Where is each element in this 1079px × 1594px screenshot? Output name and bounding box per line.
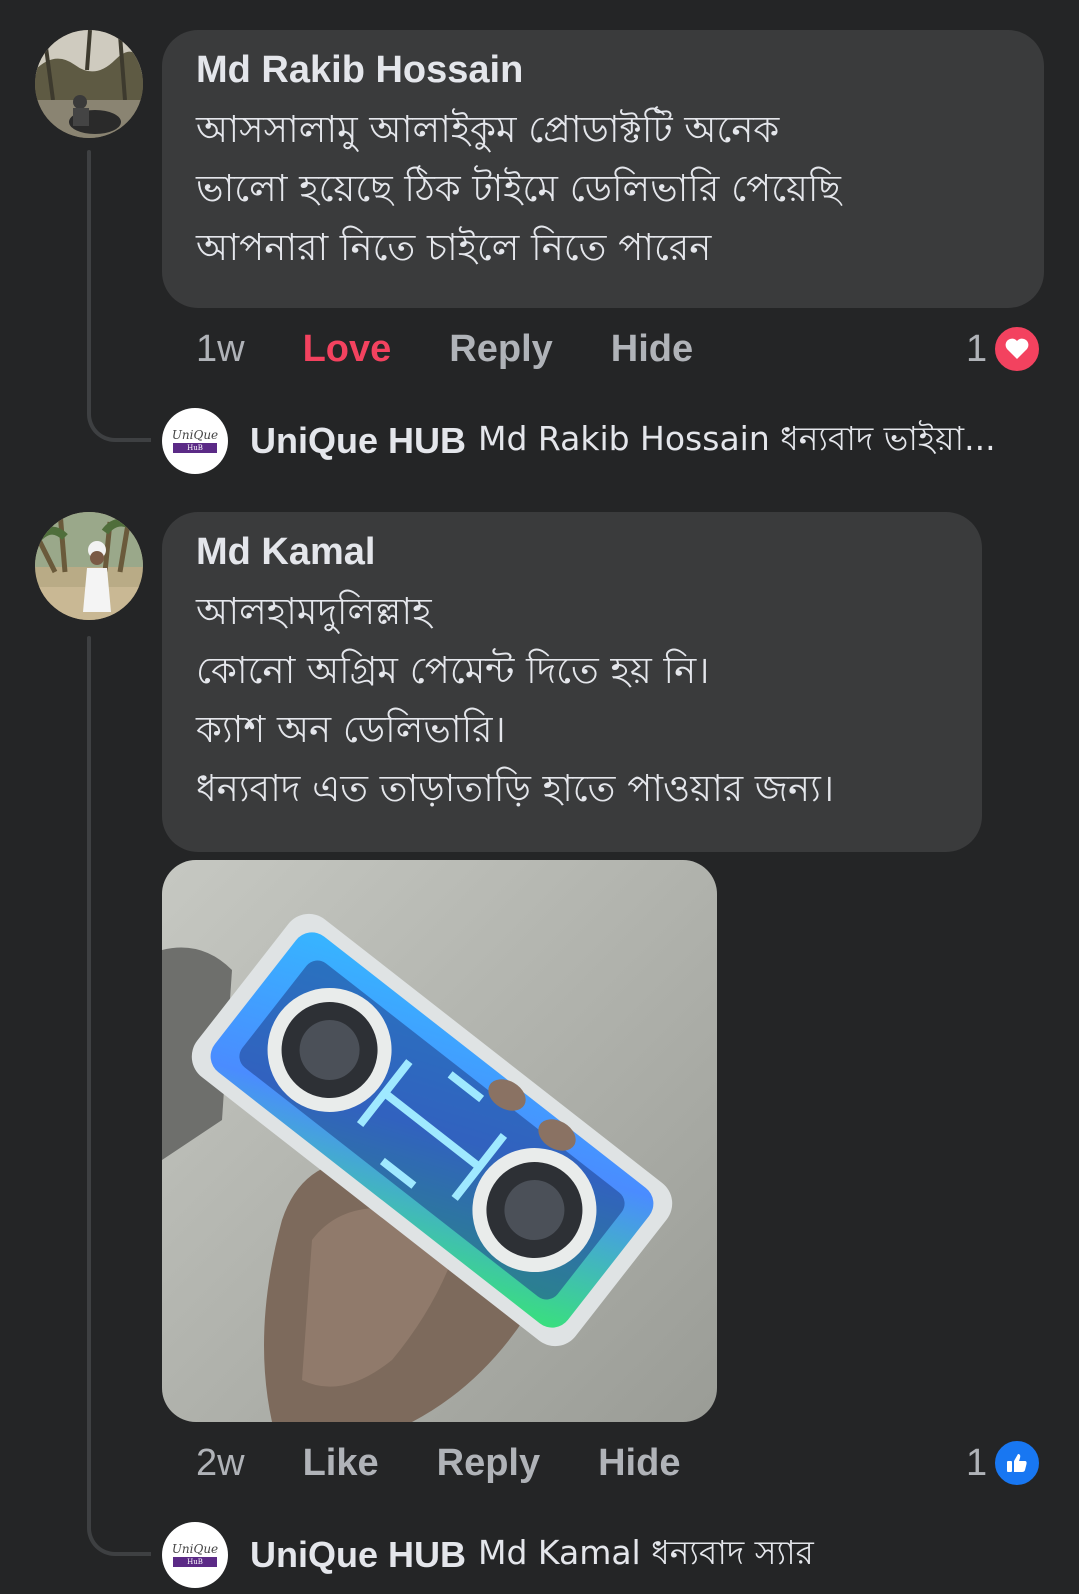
thread-connector bbox=[87, 380, 151, 442]
comment-author[interactable]: Md Rakib Hossain bbox=[196, 48, 1010, 92]
comment-actions: 2w Like Reply Hide bbox=[196, 1438, 738, 1488]
speaker-product-image bbox=[162, 860, 717, 1422]
reply-author[interactable]: UniQue HUB bbox=[250, 420, 466, 462]
reaction-summary[interactable]: 1 bbox=[966, 1438, 1042, 1488]
profile-photo bbox=[35, 30, 143, 138]
comment-author[interactable]: Md Kamal bbox=[196, 530, 948, 574]
page-logo-text: UniQue bbox=[171, 428, 219, 442]
reaction-count: 1 bbox=[966, 327, 988, 370]
thread-connector bbox=[87, 1496, 151, 1556]
avatar[interactable] bbox=[35, 30, 143, 138]
thumbs-up-icon bbox=[993, 1439, 1042, 1487]
comment-text-line: আপনারা নিতে চাইলে নিতে পারেন bbox=[196, 226, 712, 269]
comment-timestamp[interactable]: 2w bbox=[196, 1442, 245, 1485]
reaction-summary[interactable]: 1 bbox=[966, 324, 1042, 374]
page-logo-bar: HuB bbox=[173, 443, 217, 453]
page-avatar[interactable]: UniQue HuB bbox=[162, 408, 228, 474]
comment-bubble: Md Kamal আলহামদুলিল্লাহ কোনো অগ্রিম পেমে… bbox=[162, 512, 982, 852]
comment-text-line: আসসালামু আলাইকুম প্রোডাক্টটি অনেক bbox=[196, 108, 780, 151]
thread-line bbox=[87, 636, 91, 1516]
hide-button[interactable]: Hide bbox=[598, 1442, 680, 1485]
comment-text-line: ধন্যবাদ এত তাড়াতাড়ি হাতে পাওয়ার জন্য। bbox=[196, 767, 835, 810]
comment-timestamp[interactable]: 1w bbox=[196, 328, 245, 371]
thread-line bbox=[87, 150, 91, 410]
reaction-count: 1 bbox=[966, 1441, 988, 1484]
avatar[interactable] bbox=[35, 512, 143, 620]
page-logo-text: UniQue bbox=[171, 1542, 219, 1556]
reply-preview-text: Md Kamal ধন্যবাদ স্যার bbox=[478, 1533, 814, 1572]
comment-bubble: Md Rakib Hossain আসসালামু আলাইকুম প্রোডা… bbox=[162, 30, 1044, 308]
love-button[interactable]: Love bbox=[303, 328, 392, 371]
reply-author[interactable]: UniQue HUB bbox=[250, 1534, 466, 1576]
profile-photo bbox=[35, 512, 143, 620]
reply-button[interactable]: Reply bbox=[449, 328, 552, 371]
heart-icon bbox=[993, 325, 1042, 373]
page-logo-bar: HuB bbox=[173, 1557, 217, 1567]
comment-actions: 1w Love Reply Hide bbox=[196, 324, 751, 374]
comment-photo[interactable] bbox=[162, 860, 717, 1422]
comment-text-line: কোনো অগ্রিম পেমেন্ট দিতে হয় নি। bbox=[196, 649, 710, 692]
page-reply[interactable]: UniQue HuB UniQue HUB Md Rakib Hossain ধ… bbox=[162, 406, 996, 476]
comment-text-line: ক্যাশ অন ডেলিভারি। bbox=[196, 708, 506, 751]
page-reply[interactable]: UniQue HuB UniQue HUB Md Kamal ধন্যবাদ স… bbox=[162, 1520, 814, 1590]
reply-button[interactable]: Reply bbox=[437, 1442, 540, 1485]
comment-text-line: আলহামদুলিল্লাহ bbox=[196, 590, 432, 633]
hide-button[interactable]: Hide bbox=[611, 328, 693, 371]
page-avatar[interactable]: UniQue HuB bbox=[162, 1522, 228, 1588]
like-button[interactable]: Like bbox=[303, 1442, 379, 1485]
reply-preview-text: Md Rakib Hossain ধন্যবাদ ভাইয়া... bbox=[478, 419, 996, 458]
comment-text-line: ভালো হয়েছে ঠিক টাইমে ডেলিভারি পেয়েছি bbox=[196, 167, 841, 210]
